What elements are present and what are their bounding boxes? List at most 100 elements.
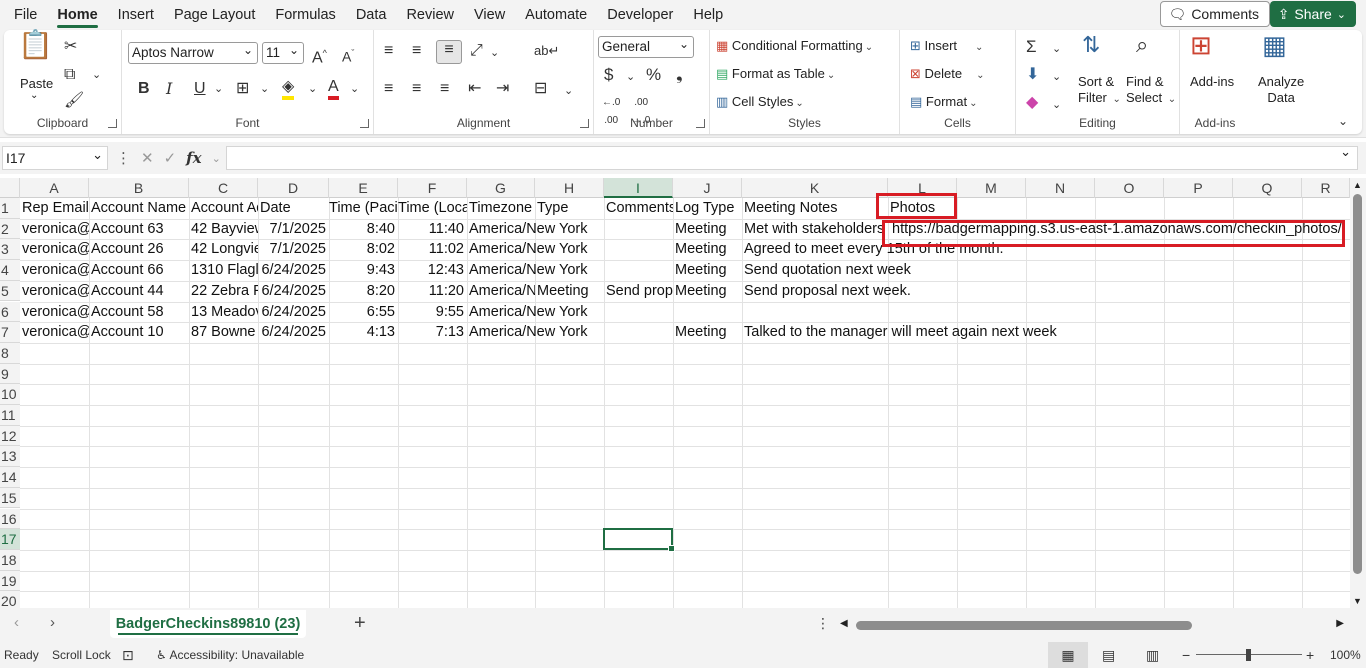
font-size-select[interactable]: 11 bbox=[262, 40, 304, 64]
scroll-right-icon[interactable]: ▶ bbox=[1336, 618, 1344, 629]
cell-f3[interactable]: 11:02 bbox=[398, 239, 467, 259]
bold-icon[interactable]: B bbox=[138, 80, 150, 98]
scroll-left-icon[interactable]: ◀ bbox=[840, 618, 848, 629]
cell-d4[interactable]: 6/24/2025 bbox=[258, 260, 329, 280]
align-middle-icon[interactable]: ≡ bbox=[412, 42, 421, 60]
cell-k5[interactable]: Send proposal next week. bbox=[742, 281, 911, 301]
format-as-table-button[interactable]: ▤ Format as Table ⌄ bbox=[716, 66, 835, 82]
format-cells-button[interactable]: ▤ Format ⌄ bbox=[910, 94, 977, 110]
column-header-c[interactable]: C bbox=[189, 178, 258, 198]
cell-b1[interactable]: Account Name bbox=[89, 198, 189, 218]
cell-d7[interactable]: 6/24/2025 bbox=[258, 322, 329, 342]
row-header-8[interactable]: 8 bbox=[0, 342, 20, 364]
column-header-b[interactable]: B bbox=[89, 178, 189, 198]
align-top-icon[interactable]: ≡ bbox=[384, 42, 393, 60]
addins-icon[interactable]: ⊞ bbox=[1190, 32, 1212, 58]
cell-j5[interactable]: Meeting bbox=[673, 281, 742, 301]
horizontal-scrollbar[interactable]: ◀ ▶ bbox=[840, 618, 1344, 632]
cell-a7[interactable]: veronica@ bbox=[20, 322, 89, 342]
menu-insert[interactable]: Insert bbox=[108, 0, 164, 30]
clear-icon[interactable]: ◆ bbox=[1026, 94, 1038, 112]
cell-b2[interactable]: Account 63 bbox=[89, 219, 189, 239]
page-break-view-icon[interactable]: ▥ bbox=[1146, 642, 1159, 668]
select-all-corner[interactable] bbox=[0, 178, 20, 198]
cell-b7[interactable]: Account 10 bbox=[89, 322, 189, 342]
cell-e4[interactable]: 9:43 bbox=[329, 260, 398, 280]
cell-f5[interactable]: 11:20 bbox=[398, 281, 467, 301]
chevron-down-icon[interactable]: ⌄ bbox=[1052, 68, 1061, 86]
cell-d3[interactable]: 7/1/2025 bbox=[258, 239, 329, 259]
column-header-q[interactable]: Q bbox=[1233, 178, 1302, 198]
column-header-h[interactable]: H bbox=[535, 178, 604, 198]
chevron-down-icon[interactable]: ⌄ bbox=[350, 80, 359, 98]
cell-b4[interactable]: Account 66 bbox=[89, 260, 189, 280]
cell-c7[interactable]: 87 Bowne S bbox=[189, 322, 258, 342]
align-center-icon[interactable]: ≡ bbox=[412, 80, 421, 98]
cell-b3[interactable]: Account 26 bbox=[89, 239, 189, 259]
zoom-out-icon[interactable]: − bbox=[1182, 642, 1190, 668]
share-button[interactable]: ⇪ Share ⌄ bbox=[1269, 1, 1356, 27]
cancel-icon[interactable]: ✕ bbox=[141, 149, 154, 167]
cell-h5[interactable]: Meeting bbox=[535, 281, 604, 301]
menu-view[interactable]: View bbox=[464, 0, 515, 30]
cell-a1[interactable]: Rep Email bbox=[20, 198, 89, 218]
column-header-i[interactable]: I bbox=[604, 178, 673, 198]
accessibility-status[interactable]: ♿ Accessibility: Unavailable bbox=[156, 642, 304, 668]
cell-a3[interactable]: veronica@ bbox=[20, 239, 89, 259]
row-header-20[interactable]: 20 bbox=[0, 591, 20, 608]
paste-icon[interactable]: 📋 bbox=[18, 31, 53, 68]
orientation-icon[interactable]: ⤢ bbox=[470, 42, 483, 60]
cell-b6[interactable]: Account 58 bbox=[89, 302, 189, 322]
decrease-indent-icon[interactable]: ⇤ bbox=[468, 80, 481, 98]
zoom-slider-thumb[interactable] bbox=[1246, 649, 1251, 661]
scroll-down-icon[interactable]: ▼ bbox=[1353, 596, 1362, 606]
dialog-launcher-icon[interactable] bbox=[108, 119, 117, 128]
cell-g1[interactable]: Timezone bbox=[467, 198, 535, 218]
cell-e5[interactable]: 8:20 bbox=[329, 281, 398, 301]
row-header-15[interactable]: 15 bbox=[0, 487, 20, 509]
cell-e7[interactable]: 4:13 bbox=[329, 322, 398, 342]
row-header-18[interactable]: 18 bbox=[0, 549, 20, 571]
comma-style-icon[interactable]: ❟ bbox=[676, 66, 683, 84]
increase-indent-icon[interactable]: ⇥ bbox=[496, 80, 509, 98]
row-header-14[interactable]: 14 bbox=[0, 467, 20, 488]
row-header-7[interactable]: 7 bbox=[0, 322, 20, 343]
conditional-formatting-button[interactable]: ▦ Conditional Formatting ⌄ bbox=[716, 38, 873, 54]
row-header-11[interactable]: 11 bbox=[0, 405, 20, 426]
cell-e1[interactable]: Time (Paci bbox=[329, 198, 398, 218]
column-header-o[interactable]: O bbox=[1095, 178, 1164, 198]
decrease-font-icon[interactable]: Aˇ bbox=[342, 44, 354, 66]
row-header-1[interactable]: 1 bbox=[0, 198, 20, 219]
row-header-10[interactable]: 10 bbox=[0, 384, 20, 405]
dialog-launcher-icon[interactable] bbox=[580, 119, 589, 128]
borders-icon[interactable]: ⊞ bbox=[236, 80, 249, 98]
find-select-button[interactable]: Find & Select ⌄ bbox=[1126, 74, 1176, 108]
column-header-m[interactable]: M bbox=[957, 178, 1026, 198]
cell-g4[interactable]: America/New York bbox=[467, 260, 587, 280]
more-icon[interactable]: ⋮ bbox=[816, 615, 830, 632]
copy-icon[interactable]: ⧉ bbox=[64, 66, 75, 84]
page-layout-view-icon[interactable]: ▤ bbox=[1102, 642, 1115, 668]
column-header-r[interactable]: R bbox=[1302, 178, 1350, 198]
cell-a4[interactable]: veronica@ bbox=[20, 260, 89, 280]
font-color-icon[interactable]: A bbox=[328, 78, 339, 100]
cell-f6[interactable]: 9:55 bbox=[398, 302, 467, 322]
row-header-6[interactable]: 6 bbox=[0, 301, 20, 323]
cell-d1[interactable]: Date bbox=[258, 198, 329, 218]
format-painter-icon[interactable]: 🖌 bbox=[64, 92, 84, 110]
chevron-down-icon[interactable]: ⌄ bbox=[260, 80, 269, 98]
chevron-down-icon[interactable]: ⌄ bbox=[490, 44, 499, 62]
menu-developer[interactable]: Developer bbox=[597, 0, 683, 30]
row-header-5[interactable]: 5 bbox=[0, 280, 20, 302]
cell-d2[interactable]: 7/1/2025 bbox=[258, 219, 329, 239]
row-header-3[interactable]: 3 bbox=[0, 239, 20, 261]
cell-g7[interactable]: America/New York bbox=[467, 322, 587, 342]
column-header-a[interactable]: A bbox=[20, 178, 89, 198]
merge-center-icon[interactable]: ⊟ bbox=[534, 80, 547, 98]
selected-cell[interactable] bbox=[603, 528, 675, 552]
cell-styles-button[interactable]: ▥ Cell Styles ⌄ bbox=[716, 94, 804, 110]
insert-function-icon[interactable]: fx bbox=[186, 149, 201, 167]
collapse-ribbon-icon[interactable]: ⌄ bbox=[1338, 112, 1348, 130]
cell-e2[interactable]: 8:40 bbox=[329, 219, 398, 239]
row-header-19[interactable]: 19 bbox=[0, 570, 20, 592]
